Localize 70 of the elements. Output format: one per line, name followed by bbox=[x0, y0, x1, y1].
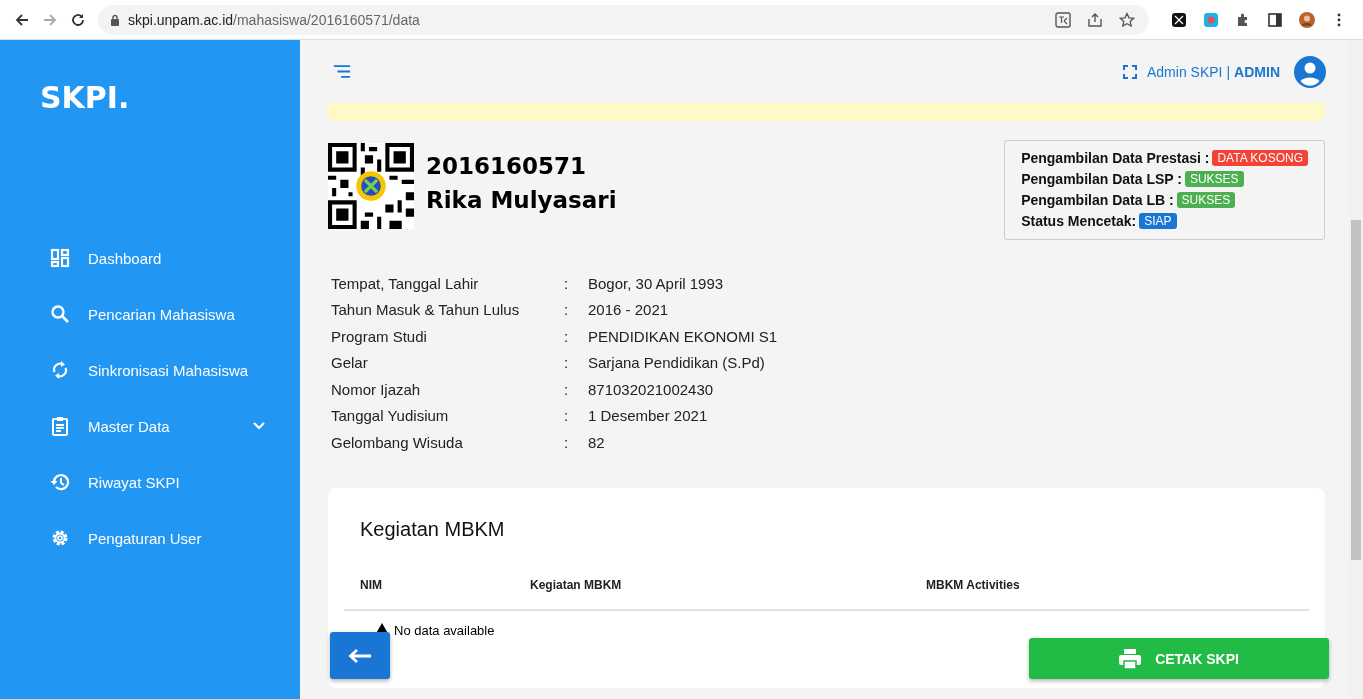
colon-text: : bbox=[564, 354, 570, 372]
detail-label: Program Studi bbox=[331, 327, 428, 345]
sidebar-item[interactable]: Dashboard bbox=[0, 246, 300, 270]
sidebar-item[interactable]: Riwayat SKPI bbox=[0, 470, 300, 494]
detail-value: 82 bbox=[588, 433, 605, 451]
detail-label: Tanggal Yudisium bbox=[331, 407, 450, 425]
status-label: Pengambilan Data Prestasi : bbox=[1021, 149, 1210, 166]
user-role: ADMIN bbox=[1234, 63, 1280, 80]
status-badge: SUKSES bbox=[1184, 170, 1244, 187]
reload-icon[interactable] bbox=[70, 11, 86, 28]
user-avatar-icon[interactable] bbox=[1294, 55, 1326, 88]
logo[interactable]: SKPI. bbox=[0, 40, 300, 144]
detail-label: Gelar bbox=[331, 354, 369, 372]
lock-icon bbox=[110, 13, 120, 26]
back-icon[interactable] bbox=[14, 11, 30, 28]
detail-label: Tempat, Tanggal Lahir bbox=[331, 274, 480, 292]
status-label: Pengambilan Data LSP : bbox=[1021, 170, 1182, 187]
column-header: NIM bbox=[360, 577, 383, 592]
print-button[interactable]: CETAK SKPI bbox=[1029, 638, 1329, 679]
status-badge: SIAP bbox=[1139, 212, 1177, 229]
menu-icon[interactable] bbox=[333, 65, 351, 78]
sidebar-item[interactable]: Master Data bbox=[0, 414, 300, 438]
colon-text: : bbox=[564, 407, 570, 425]
translate-icon[interactable] bbox=[1055, 11, 1071, 28]
detail-value: Bogor, 30 April 1993 bbox=[588, 274, 724, 292]
colon-text: : bbox=[564, 274, 570, 292]
address-bar[interactable]: skpi.unpam.ac.id/mahasiswa/2016160571/data bbox=[98, 4, 1149, 35]
detail-label: Nomor Ijazah bbox=[331, 380, 422, 398]
dashboard-icon bbox=[50, 248, 70, 268]
history-icon bbox=[50, 472, 70, 492]
share-icon[interactable] bbox=[1087, 11, 1103, 28]
colon-text: : bbox=[564, 301, 570, 319]
extension-icon[interactable] bbox=[1171, 11, 1187, 28]
student-nim: 2016160571 bbox=[426, 152, 588, 181]
detail-value: Sarjana Pendidikan (S.Pd) bbox=[588, 354, 765, 372]
back-button[interactable] bbox=[330, 632, 390, 679]
empty-message: No data available bbox=[394, 622, 495, 638]
search-icon bbox=[50, 304, 70, 324]
status-badge: SUKSES bbox=[1176, 191, 1236, 208]
column-header: MBKM Activities bbox=[926, 577, 1020, 592]
sync-icon bbox=[50, 360, 70, 380]
colon-text: : bbox=[564, 433, 570, 451]
detail-value: 2016 - 2021 bbox=[588, 301, 669, 319]
separator-text: | bbox=[1226, 63, 1231, 80]
student-name: Rika Mulyasari bbox=[426, 186, 617, 215]
status-badge: DATA KOSONG bbox=[1212, 149, 1308, 166]
colon-text: : bbox=[564, 380, 570, 398]
detail-value: PENDIDIKAN EKONOMI S1 bbox=[588, 327, 778, 345]
detail-label: Gelombang Wisuda bbox=[331, 433, 464, 451]
user-name: Admin SKPI bbox=[1147, 63, 1223, 80]
status-label: Pengambilan Data LB : bbox=[1021, 191, 1174, 208]
detail-value: 1 Desember 2021 bbox=[588, 407, 708, 425]
side-panel-icon[interactable] bbox=[1267, 11, 1283, 28]
sidebar-item[interactable]: Pengaturan User bbox=[0, 526, 300, 550]
printer-icon bbox=[1119, 648, 1142, 669]
column-header: Kegiatan MBKM bbox=[530, 577, 623, 592]
sidebar-item[interactable]: Pencarian Mahasiswa bbox=[0, 302, 300, 326]
detail-value: 871032021002430 bbox=[588, 380, 714, 398]
clipboard-icon bbox=[50, 416, 70, 436]
url-text: skpi.unpam.ac.id/mahasiswa/2016160571/data bbox=[128, 11, 420, 28]
fullscreen-icon[interactable] bbox=[1123, 64, 1137, 79]
status-label: Status Mencetak: bbox=[1021, 212, 1137, 229]
sidebar-item[interactable]: Sinkronisasi Mahasiswa bbox=[0, 358, 300, 382]
settings-icon bbox=[50, 528, 70, 548]
star-icon[interactable] bbox=[1119, 11, 1135, 28]
card-title: Kegiatan MBKM bbox=[359, 516, 506, 542]
detail-label: Tahun Masuk & Tahun Lulus bbox=[331, 301, 521, 319]
colon-text: : bbox=[564, 327, 570, 345]
arrow-left-icon bbox=[348, 647, 372, 664]
profile-avatar-icon[interactable] bbox=[1299, 11, 1315, 28]
